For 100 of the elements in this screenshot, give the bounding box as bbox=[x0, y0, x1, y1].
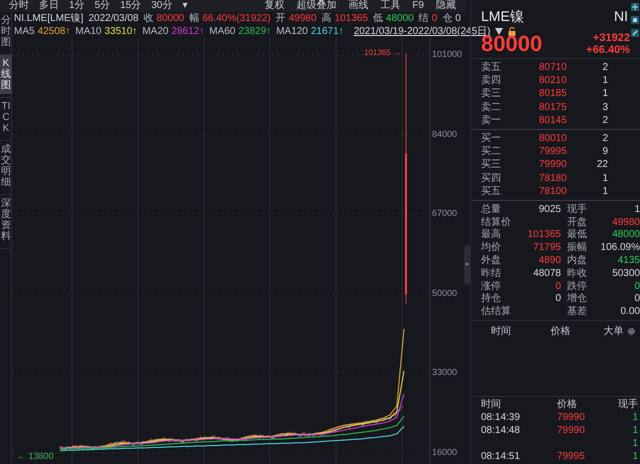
dropdown-icon[interactable] bbox=[495, 28, 504, 35]
order-level-label: 买二 bbox=[481, 145, 502, 159]
stat-label: 振幅 bbox=[567, 241, 587, 254]
toolbar-tab[interactable]: ▾ bbox=[177, 1, 192, 11]
bell-icon[interactable] bbox=[631, 16, 639, 24]
stat-label: 基差 bbox=[567, 304, 587, 320]
order-volume: 3 bbox=[602, 100, 608, 115]
trade-volume: 1 bbox=[632, 437, 638, 451]
toolbar-button[interactable]: 超级叠加 bbox=[290, 1, 342, 11]
axis-label: 67000 bbox=[432, 209, 458, 218]
toolbar-tab[interactable]: 30分 bbox=[146, 1, 178, 11]
stat-label: 外盘 bbox=[481, 254, 501, 268]
sidebar-tab[interactable]: 成交明细 bbox=[0, 141, 12, 191]
order-volume: 2 bbox=[602, 132, 608, 146]
order-price: 79995 bbox=[539, 145, 568, 160]
trade-time: 08:14:48 bbox=[481, 424, 521, 438]
quote-value: 101365 bbox=[334, 12, 368, 26]
order-volume: 1 bbox=[602, 74, 608, 88]
stat-label: 昨收 bbox=[567, 266, 587, 280]
toolbar-button[interactable]: 画线 bbox=[342, 1, 374, 11]
quote-value: 49980 bbox=[288, 12, 317, 26]
order-level-label: 卖五 bbox=[481, 60, 502, 74]
stat-label: 估结算 bbox=[481, 304, 511, 320]
order-level-label: 买五 bbox=[481, 184, 502, 199]
ma-value: 42508↑ bbox=[38, 25, 70, 39]
axis-label: 33000 bbox=[432, 368, 458, 378]
quote-label: 幅 bbox=[189, 12, 200, 26]
stat-value: 0 bbox=[634, 280, 640, 294]
order-price: 80175 bbox=[539, 100, 568, 115]
toolbar-tab[interactable]: 15分 bbox=[115, 1, 146, 11]
lock-icon[interactable] bbox=[508, 27, 516, 36]
axis-label: 101000 bbox=[432, 50, 462, 59]
trade-volume: 1 bbox=[632, 450, 638, 464]
toolbar-tab[interactable]: 分时 bbox=[4, 1, 34, 11]
sidebar-tab[interactable]: K线图 bbox=[0, 55, 12, 94]
stat-value: 4890 bbox=[538, 254, 561, 268]
order-price: 80710 bbox=[539, 61, 568, 76]
quote-value: 48000 bbox=[386, 12, 414, 26]
sidebar-tab[interactable]: 深度资料 bbox=[0, 195, 12, 245]
order-level-label: 买四 bbox=[481, 172, 502, 186]
date-label: 2022/03/08 bbox=[88, 12, 139, 26]
legend-label: MA5 bbox=[14, 25, 35, 39]
quote-value: 0 bbox=[455, 12, 461, 26]
toolbar-button[interactable]: 工具 bbox=[374, 1, 406, 11]
order-volume: 1 bbox=[602, 184, 608, 199]
axis-label: 16000 bbox=[432, 448, 458, 457]
sidebar-tab[interactable]: TICK bbox=[0, 98, 12, 137]
axis-label: 84000 bbox=[432, 130, 458, 139]
quote-label: 低 bbox=[372, 12, 383, 26]
stat-label: 最高 bbox=[481, 228, 501, 242]
stat-label: 内盘 bbox=[567, 254, 587, 268]
instrument-code: NI bbox=[614, 7, 628, 26]
stat-label: 持仓 bbox=[481, 292, 501, 306]
order-volume: 9 bbox=[602, 145, 608, 160]
ma-value: 23829↑ bbox=[238, 25, 272, 39]
stat-value: 9025 bbox=[538, 202, 561, 217]
order-volume: 2 bbox=[602, 61, 608, 76]
stat-label: 结算价 bbox=[481, 216, 511, 228]
toolbar-button[interactable]: 隐藏 bbox=[430, 1, 462, 11]
ma-value: 28612↑ bbox=[171, 25, 204, 39]
column-header: 大单 bbox=[603, 324, 624, 340]
legend-label: MA10 bbox=[75, 25, 102, 39]
stat-value: 0 bbox=[555, 292, 561, 306]
quote-label: 结 bbox=[418, 12, 429, 26]
trade-price: 79990 bbox=[557, 424, 586, 438]
stat-value: 0.00 bbox=[620, 305, 640, 320]
quote-label: 仓 bbox=[442, 12, 452, 26]
order-price: 80010 bbox=[539, 132, 568, 146]
legend-label: MA120 bbox=[276, 25, 308, 39]
axis-label: 50000 bbox=[432, 288, 458, 298]
quote-label: 收 bbox=[144, 12, 154, 26]
settings-icon[interactable] bbox=[627, 327, 636, 336]
plus-icon[interactable] bbox=[631, 3, 639, 11]
stat-value: 48078 bbox=[533, 266, 561, 281]
toolbar-tab[interactable]: 5分 bbox=[90, 1, 116, 11]
price-change: +31922 bbox=[592, 32, 630, 44]
stat-value: 0 bbox=[555, 280, 561, 294]
toolbar-tab[interactable]: 多日 bbox=[34, 1, 64, 11]
order-price: 80210 bbox=[539, 74, 568, 88]
quote-value: 66.40%(31922) bbox=[202, 12, 271, 26]
toolbar-button[interactable]: 复权 bbox=[258, 1, 290, 11]
order-level-label: 卖二 bbox=[481, 100, 502, 114]
sidebar-tab[interactable]: 分时图 bbox=[0, 12, 12, 51]
column-header: 价格 bbox=[557, 398, 578, 412]
column-header: 时间 bbox=[481, 398, 502, 412]
stat-label: 开盘 bbox=[567, 216, 587, 229]
order-price: 78100 bbox=[539, 184, 568, 199]
trade-volume: 1 bbox=[632, 424, 638, 438]
stat-value: 50300 bbox=[612, 266, 640, 281]
stat-value: 49980 bbox=[612, 216, 640, 230]
order-level-label: 卖三 bbox=[481, 86, 502, 102]
column-header: 价格 bbox=[550, 324, 572, 340]
toolbar-button[interactable]: F9 bbox=[406, 1, 430, 11]
toolbar-tab[interactable]: 1分 bbox=[64, 1, 90, 11]
pencil-icon[interactable] bbox=[631, 29, 639, 37]
stat-label: 涨停 bbox=[481, 280, 501, 292]
stat-label: 均价 bbox=[481, 241, 501, 255]
stat-label: 昨结 bbox=[481, 266, 501, 280]
quote-value: 0 bbox=[432, 12, 438, 26]
order-volume: 22 bbox=[596, 158, 608, 172]
